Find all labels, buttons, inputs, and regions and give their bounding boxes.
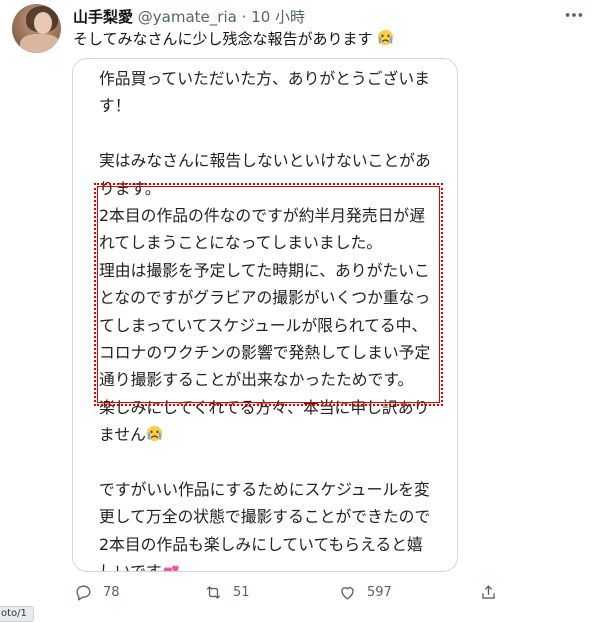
note-line-text: 更して万全の状態で撮影することができたので [99, 507, 431, 527]
note-line-text: てしまっていてスケジュールが限られてる中、 [99, 315, 428, 335]
avatar[interactable] [12, 4, 61, 53]
attached-image-card[interactable]: 作品買っていただいた方、ありがとうございま す！ 実はみなさんに報告しないといけない… [72, 58, 458, 572]
reply-count: 78 [103, 585, 120, 600]
share-icon [482, 585, 495, 599]
note-line-text: れてしまうことになってしまいました。 [99, 233, 383, 253]
like-button[interactable]: 597 [338, 583, 392, 602]
note-line: ですがいい作品にするためにスケジュールを変 [99, 476, 445, 503]
note-line-text: 理由は撮影を予定してた時期に、ありがたいこ [99, 260, 430, 280]
note-line-text: コロナのワクチンの影響で発熱してしまい予定 [99, 342, 431, 362]
note-line: 理由は撮影を予定してた時期に、ありがたいこ [99, 257, 445, 284]
retweet-icon [206, 586, 221, 599]
note-line: コロナのワクチンの影響で発熱してしまい予定 [99, 339, 445, 366]
note-line: 2本目の作品も楽しみにしていてもらえると嬉 [99, 531, 445, 558]
note-line-text: しいです [99, 562, 162, 572]
tweet-text: そしてみなさんに少し残念な報告があります [73, 28, 394, 49]
retweet-count: 51 [233, 585, 250, 600]
note-line-text: となのですがグラビアの撮影がいくつか重なっ [99, 288, 431, 308]
note-line: 作品買っていただいた方、ありがとうございま [99, 65, 445, 92]
note-line: ります。 [99, 175, 445, 202]
note-line: てしまっていてスケジュールが限られてる中、 [99, 312, 445, 339]
more-options-icon[interactable] [563, 4, 585, 26]
note-line: 2本目の作品の件なのですが約半月発売日が遅 [99, 202, 445, 229]
note-line-text: 2本目の作品の件なのですが約半月発売日が遅 [99, 205, 425, 225]
note-line: 楽しみにしてくれてる方々、本当に申し訳あり [99, 394, 445, 421]
like-count: 597 [367, 585, 392, 600]
author-handle[interactable]: @yamate_ria [138, 8, 237, 26]
note-line: す！ [99, 92, 445, 119]
author-name[interactable]: 山手梨愛 [73, 8, 133, 26]
reply-button[interactable]: 78 [74, 583, 120, 602]
note-line: 実はみなさんに報告しないといけないことがあ [99, 147, 445, 174]
note-line: となのですがグラビアの撮影がいくつか重なっ [99, 284, 445, 311]
note-line-text: ですがいい作品にするためにスケジュールを変 [99, 479, 430, 499]
note-line: 通り撮影することが出来なかったためです。 [99, 366, 445, 393]
note-line-text: ります。 [99, 178, 161, 198]
reply-icon [76, 585, 91, 601]
note-line-text: 通り撮影することが出来なかったためです。 [99, 370, 414, 390]
note-line-text: 楽しみにしてくれてる方々、本当に申し訳あり [99, 397, 430, 417]
separator: · [241, 8, 247, 26]
note-line-text: 実はみなさんに報告しないといけないことがあ [99, 151, 431, 171]
note-line: ません [99, 421, 445, 448]
note-text: 作品買っていただいた方、ありがとうございま す！ 実はみなさんに報告しないといけない… [99, 65, 445, 572]
tweet-header: 山手梨愛 @yamate_ria · 10 小時 [73, 6, 305, 27]
note-line: しいです [99, 558, 445, 572]
crying-face-icon [146, 425, 163, 442]
timestamp[interactable]: 10 小時 [251, 8, 305, 26]
tweet-text-body: そしてみなさんに少し残念な報告があります [73, 30, 373, 48]
heart-icon [341, 587, 354, 600]
note-line-text: す！ [99, 96, 131, 116]
note-line: れてしまうことになってしまいました。 [99, 229, 445, 256]
note-line: 更して万全の状態で撮影することができたので [99, 503, 445, 530]
note-line-text: 2本目の作品も楽しみにしていてもらえると嬉 [99, 534, 423, 554]
retweet-button[interactable]: 51 [204, 583, 250, 602]
two-hearts-icon [163, 565, 179, 571]
note-line-text: ません [99, 425, 146, 445]
tweet-actions: 78 51 597 [0, 583, 593, 607]
crying-face-icon [378, 29, 394, 46]
note-line-text: 作品買っていただいた方、ありがとうございま [99, 69, 430, 88]
share-button[interactable] [479, 583, 498, 602]
